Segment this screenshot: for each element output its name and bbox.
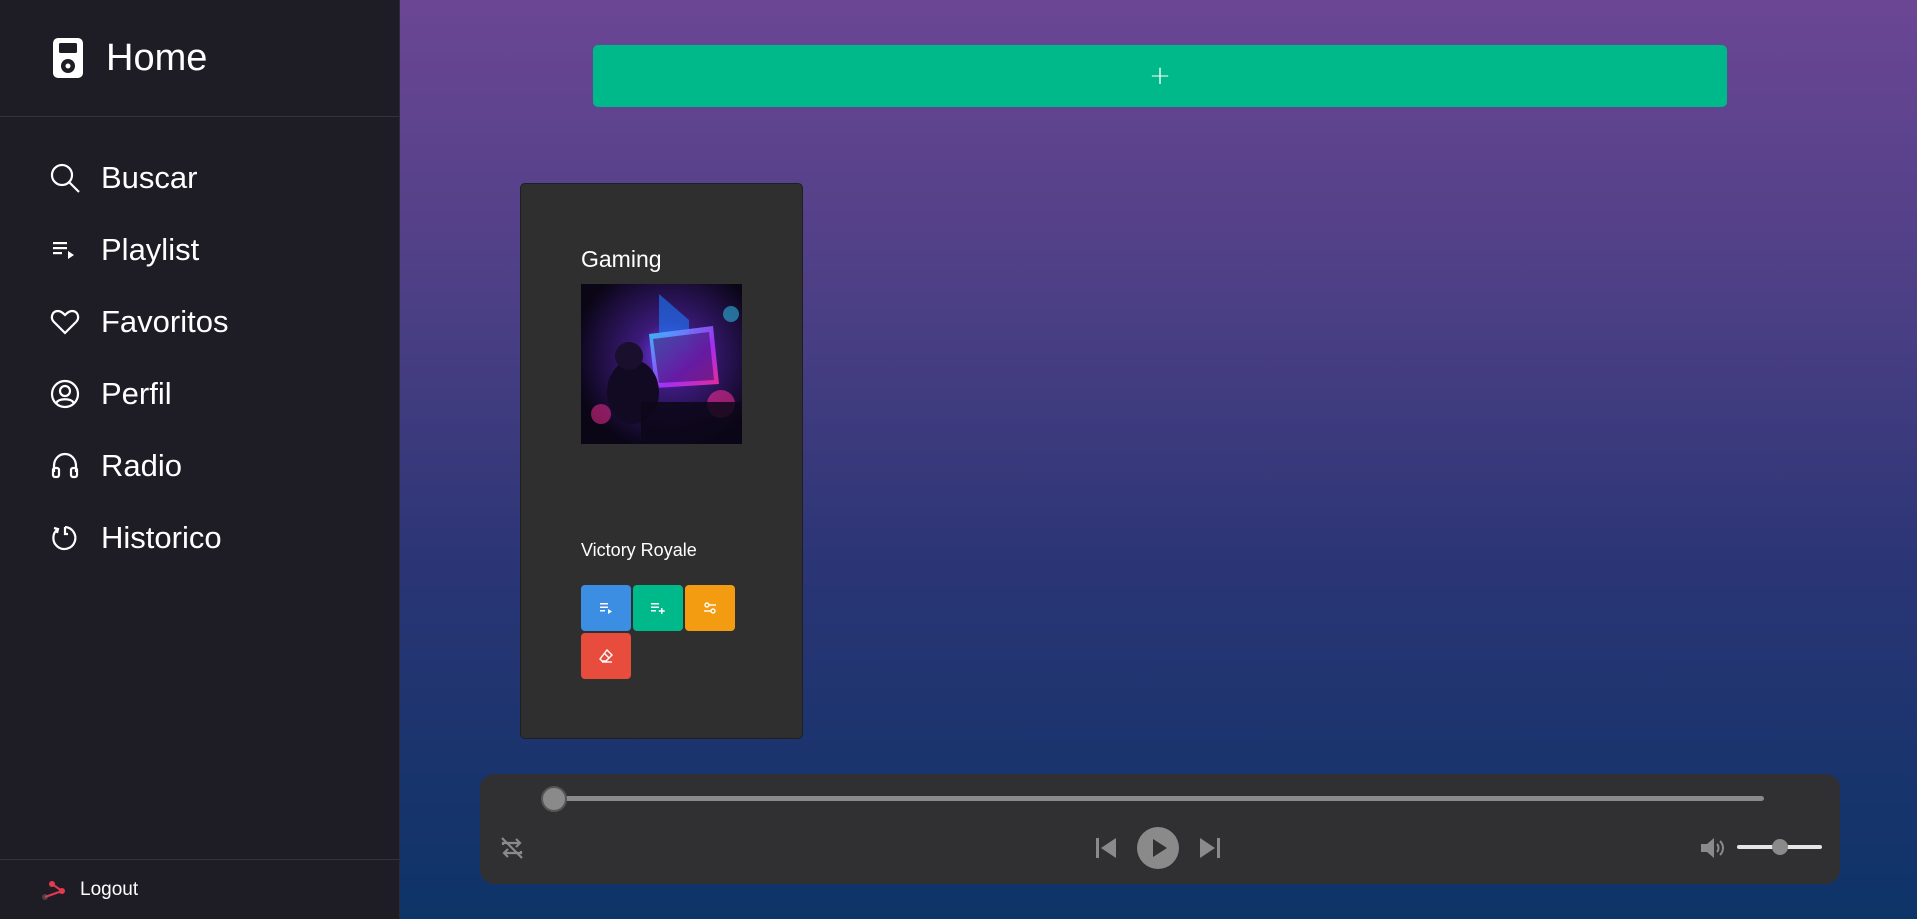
audio-player: [480, 774, 1840, 884]
song-title: Victory Royale: [581, 540, 697, 560]
headphones-icon: [51, 452, 79, 479]
sidebar-item-favoritos[interactable]: Favoritos: [0, 286, 399, 358]
edit-settings-button[interactable]: [685, 585, 735, 631]
sidebar-item-label: Radio: [101, 448, 182, 483]
playlist-play-icon: [600, 603, 612, 614]
user-circle-icon: [50, 379, 80, 409]
playlist-icon: [53, 242, 74, 259]
playlist-add-icon: [651, 603, 665, 614]
sidebar-item-playlist[interactable]: Playlist: [0, 214, 399, 286]
volume-button[interactable]: [1698, 834, 1726, 862]
sidebar-item-label: Perfil: [101, 376, 172, 411]
eraser-icon: [599, 648, 613, 663]
add-playlist-button[interactable]: +: [593, 45, 1727, 107]
volume-thumb[interactable]: [1771, 839, 1788, 855]
playlist-title: Gaming: [581, 246, 662, 272]
skip-previous-icon: [1096, 838, 1116, 858]
home-title: Home: [106, 36, 208, 79]
logout-logo-icon: [42, 880, 65, 900]
main-content: + Gaming Victory Royale: [400, 0, 1917, 919]
skip-next-icon: [1200, 838, 1220, 858]
repeat-off-icon: [501, 837, 523, 859]
play-icon: [1137, 827, 1179, 869]
heart-icon: [50, 309, 80, 335]
sidebar-item-buscar[interactable]: Buscar: [0, 142, 399, 214]
logout-label: Logout: [80, 878, 139, 900]
sidebar-item-label: Historico: [101, 520, 222, 555]
playlist-card[interactable]: Gaming Victory Royale: [520, 183, 803, 739]
music-player-icon: [53, 38, 83, 78]
repeat-off-button[interactable]: [498, 834, 526, 862]
sidebar: Home Buscar Playlist Favoritos Perfil Ra…: [0, 0, 400, 919]
logout-button[interactable]: Logout: [0, 859, 400, 919]
history-icon: [52, 525, 77, 551]
volume-slider[interactable]: [1737, 839, 1822, 855]
sidebar-item-label: Buscar: [101, 160, 198, 195]
sidebar-item-historico[interactable]: Historico: [0, 502, 399, 574]
delete-button[interactable]: [581, 633, 631, 679]
sidebar-nav: Buscar Playlist Favoritos Perfil Radio H…: [0, 142, 399, 574]
playlist-cover-image[interactable]: [581, 284, 742, 444]
sidebar-item-perfil[interactable]: Perfil: [0, 358, 399, 430]
play-playlist-button[interactable]: [581, 585, 631, 631]
add-to-playlist-button[interactable]: [633, 585, 683, 631]
sidebar-item-label: Playlist: [101, 232, 200, 267]
card-actions: [581, 585, 741, 679]
home-link[interactable]: Home: [0, 0, 399, 117]
previous-button[interactable]: [1092, 834, 1120, 862]
next-button[interactable]: [1196, 834, 1224, 862]
search-icon: [50, 163, 80, 193]
volume-icon: [1701, 838, 1724, 858]
play-button[interactable]: [1137, 827, 1179, 869]
progress-thumb[interactable]: [541, 786, 567, 812]
sidebar-item-label: Favoritos: [101, 304, 229, 339]
sidebar-item-radio[interactable]: Radio: [0, 430, 399, 502]
settings-sliders-icon: [704, 602, 716, 614]
progress-bar[interactable]: [541, 786, 1764, 812]
